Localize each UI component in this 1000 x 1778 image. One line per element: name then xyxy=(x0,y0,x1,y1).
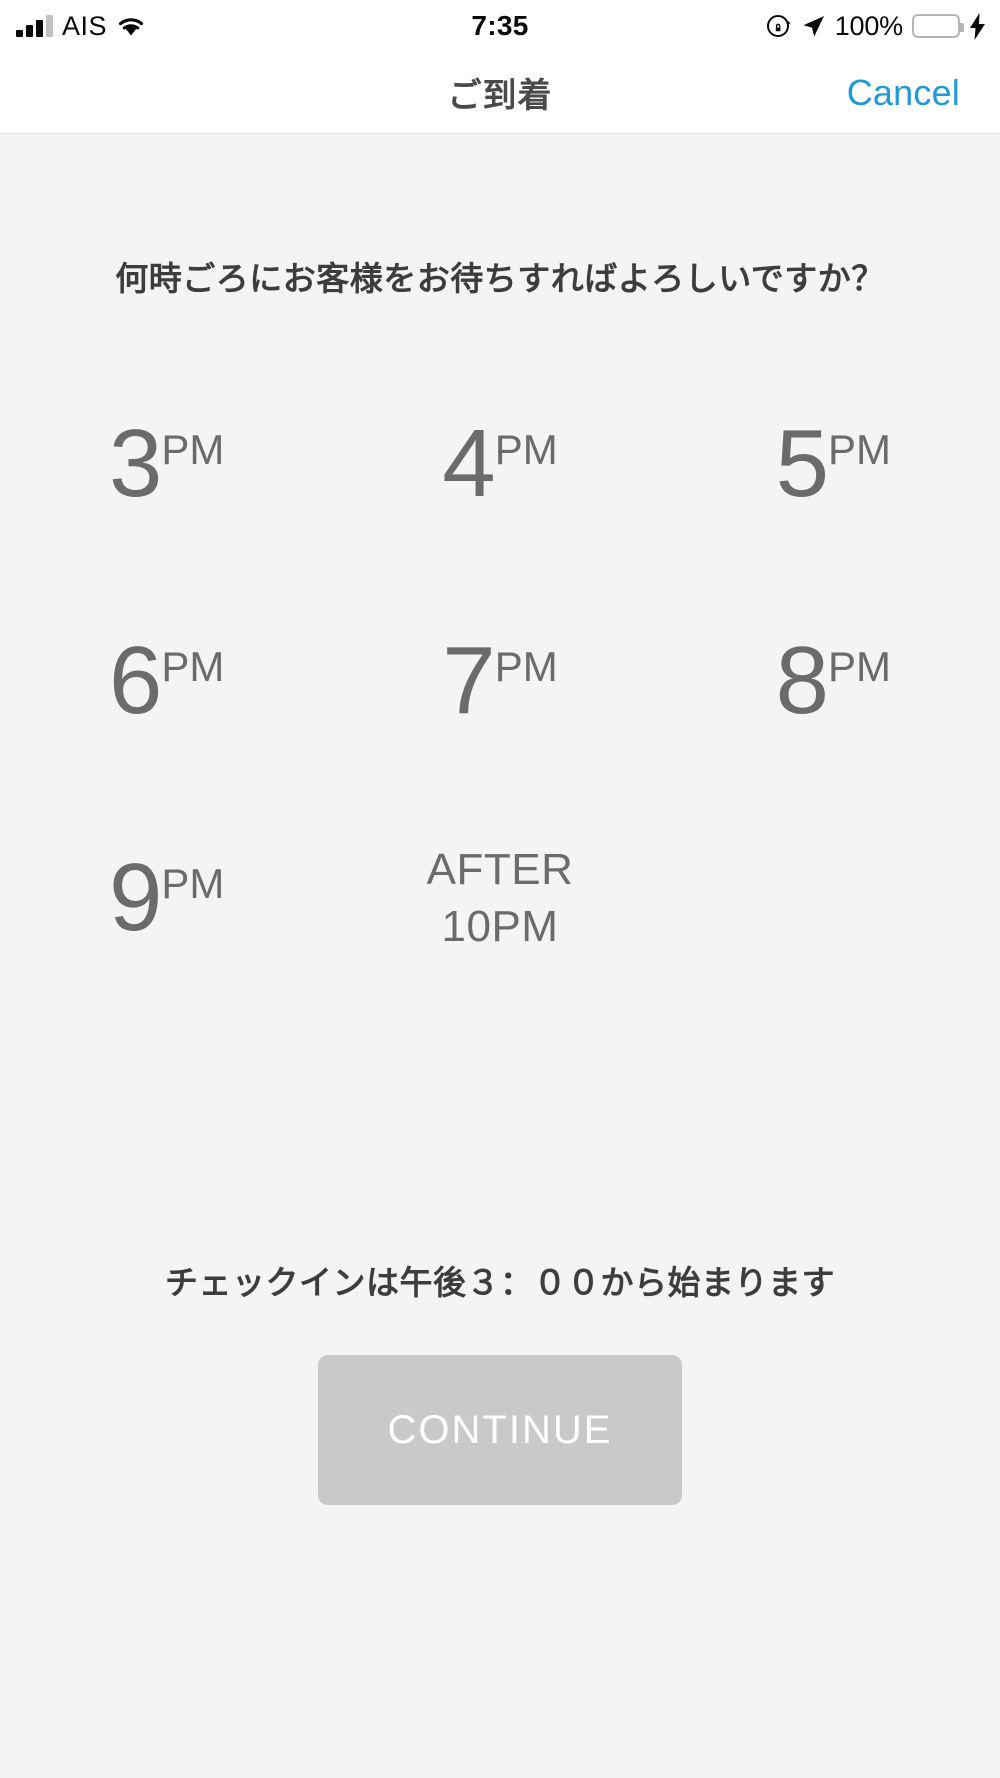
continue-button-container: CONTINUE xyxy=(0,1355,1000,1505)
cancel-button[interactable]: Cancel xyxy=(847,52,960,133)
status-bar-right: 100% xyxy=(766,0,986,52)
time-options-grid: 3 PM 4 PM 5 PM 6 PM 7 PM 8 PM 9 PM AFTER… xyxy=(0,356,1000,1007)
question-label: 何時ごろにお客様をお待ちすればよろしいですか？ xyxy=(115,260,885,297)
lightning-bolt-icon xyxy=(969,12,986,40)
time-option-empty xyxy=(667,790,1000,1007)
status-bar: AIS 7:35 100% xyxy=(0,0,1000,52)
rotation-lock-icon xyxy=(766,13,792,39)
time-option-hour: 6 xyxy=(108,627,162,735)
time-option-4pm[interactable]: 4 PM xyxy=(333,356,666,573)
time-option-5pm[interactable]: 5 PM xyxy=(667,356,1000,573)
time-option-label: AFTER 10PM xyxy=(426,845,574,951)
time-option-8pm[interactable]: 8 PM xyxy=(667,573,1000,790)
time-option-suffix: PM xyxy=(828,643,892,691)
time-option-suffix: PM xyxy=(161,860,225,908)
time-option-hour: 4 xyxy=(442,410,495,518)
time-option-hour: 8 xyxy=(775,627,829,735)
time-option-hour: 7 xyxy=(442,627,495,735)
battery-percentage-label: 100% xyxy=(834,10,903,41)
time-option-3pm[interactable]: 3 PM xyxy=(0,356,333,573)
time-option-suffix: PM xyxy=(494,643,558,691)
time-option-6pm[interactable]: 6 PM xyxy=(0,573,333,790)
time-option-hour: 5 xyxy=(775,410,829,518)
time-option-suffix: PM xyxy=(828,426,892,474)
arrival-time-screen: 何時ごろにお客様をお待ちすればよろしいですか？ 3 PM 4 PM 5 PM 6… xyxy=(0,134,1000,1778)
phone-screen: AIS 7:35 100% ご到着 Cancel 何時ごろにお客様をお待ちすれば… xyxy=(0,0,1000,1778)
time-option-after-10pm[interactable]: AFTER 10PM xyxy=(333,790,666,1007)
navigation-bar: ご到着 Cancel xyxy=(0,52,1000,134)
time-option-7pm[interactable]: 7 PM xyxy=(333,573,666,790)
time-option-suffix: PM xyxy=(161,643,225,691)
battery-icon xyxy=(912,14,964,38)
continue-button[interactable]: CONTINUE xyxy=(318,1355,682,1505)
location-arrow-icon xyxy=(801,14,826,39)
time-option-9pm[interactable]: 9 PM xyxy=(0,790,333,1007)
time-option-hour: 9 xyxy=(108,844,162,952)
time-option-hour: 3 xyxy=(108,410,162,518)
checkin-note: チェックインは午後３：００から始まります xyxy=(165,1264,835,1301)
time-option-suffix: PM xyxy=(494,426,558,474)
time-option-suffix: PM xyxy=(161,426,225,474)
